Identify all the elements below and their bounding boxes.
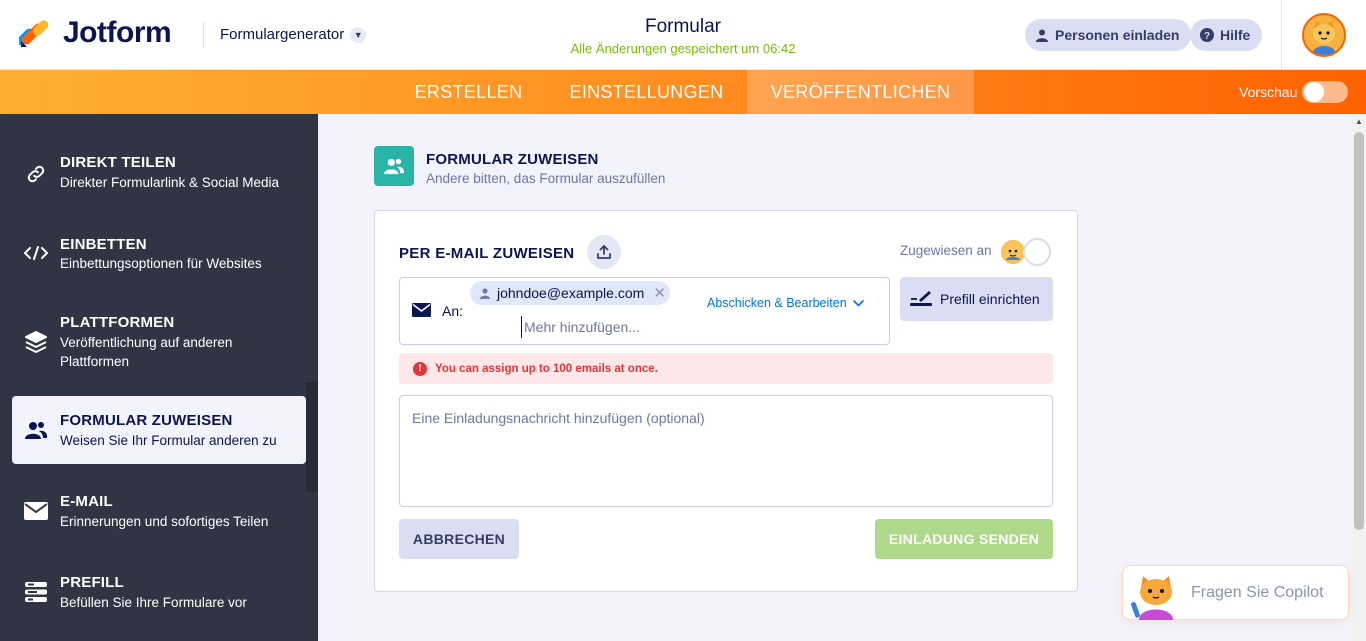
section-subtitle: Andere bitten, das Formular auszufüllen <box>426 171 666 186</box>
preview-label: Vorschau <box>1239 84 1298 100</box>
sidebar-item-title: PLATTFORMEN <box>60 314 175 331</box>
assigned-to-label: Zugewiesen an <box>900 243 992 258</box>
header-divider-right <box>1281 0 1282 70</box>
builder-navbar: ERSTELLEN EINSTELLUNGEN VERÖFFENTLICHEN … <box>0 70 1366 114</box>
envelope-icon <box>412 303 431 322</box>
invitation-message-input[interactable] <box>399 395 1053 507</box>
section-title: FORMULAR ZUWEISEN <box>426 151 599 168</box>
jotform-logo-icon <box>17 17 49 49</box>
sidebar-item-subtitle: Einbettungsoptionen für Websites <box>60 256 262 271</box>
logo-wordmark: Jotform <box>63 16 172 49</box>
header-divider <box>203 22 204 48</box>
error-icon: ! <box>413 361 427 376</box>
chevron-down-icon: ▼ <box>350 26 367 43</box>
code-icon <box>24 241 48 265</box>
sidebar-scrollbar[interactable] <box>306 382 318 492</box>
product-label: Formulargenerator <box>220 26 345 43</box>
sidebar-item-subtitle: Veröffentlichung auf anderen Plattformen <box>60 335 233 369</box>
save-status: Alle Änderungen gespeichert um 06:42 <box>570 41 796 56</box>
invite-people-label: Personen einladen <box>1055 27 1180 43</box>
prefill-icon <box>24 580 48 604</box>
help-label: Hilfe <box>1220 27 1251 43</box>
recipient-email: johndoe@example.com <box>497 285 645 301</box>
users-icon <box>24 418 48 442</box>
tab-veroeffentlichen[interactable]: VERÖFFENTLICHEN <box>747 70 974 114</box>
user-avatar[interactable] <box>1302 13 1346 57</box>
sidebar-item-subtitle: Befüllen Sie Ihre Formulare vor <box>60 595 247 610</box>
sidebar-item-title: E-MAIL <box>60 493 113 510</box>
svg-text:?: ? <box>1204 31 1210 42</box>
form-title-area: Formular Alle Änderungen gespeichert um … <box>483 16 883 56</box>
layers-icon <box>24 330 48 354</box>
product-switcher[interactable]: Formulargenerator ▼ <box>220 26 367 43</box>
sidebar-item-prefill[interactable]: PREFILL Befüllen Sie Ihre Formulare vor <box>12 556 306 636</box>
card-title: PER E-MAIL ZUWEISEN <box>399 245 575 262</box>
tab-erstellen[interactable]: ERSTELLEN <box>391 70 546 114</box>
sidebar-item-title: EINBETTEN <box>60 236 147 253</box>
link-icon <box>24 162 48 186</box>
copilot-label: Fragen Sie Copilot <box>1191 584 1324 601</box>
upload-icon <box>597 245 611 259</box>
send-edit-label: Abschicken & Bearbeiten <box>707 296 847 310</box>
main-scrollbar-thumb[interactable] <box>1354 132 1364 530</box>
upload-contacts-button[interactable] <box>587 235 621 269</box>
sidebar-item-title: PREFILL <box>60 574 124 591</box>
jotform-logo[interactable]: Jotform <box>17 16 172 50</box>
sidebar-item-title: DIREKT TEILEN <box>60 154 176 171</box>
cancel-button[interactable]: ABBRECHEN <box>399 519 519 559</box>
help-icon: ? <box>1200 28 1214 42</box>
sidebar-item-subtitle: Weisen Sie Ihr Formular anderen zu <box>60 433 277 448</box>
mail-icon <box>24 499 48 523</box>
send-edit-dropdown[interactable]: Abschicken & Bearbeiten <box>707 296 864 310</box>
sidebar-item-formular-zuweisen[interactable]: FORMULAR ZUWEISEN Weisen Sie Ihr Formula… <box>12 396 306 464</box>
setup-prefill-button[interactable]: Prefill einrichten <box>900 277 1053 321</box>
person-icon <box>480 288 490 299</box>
top-header: Jotform Formulargenerator ▼ Formular All… <box>0 0 1366 70</box>
add-more-input[interactable] <box>521 316 691 338</box>
chevron-down-icon <box>852 296 864 310</box>
copilot-button[interactable]: Fragen Sie Copilot <box>1122 565 1349 620</box>
preview-toggle[interactable] <box>1302 81 1348 103</box>
prefill-pen-icon <box>910 290 932 309</box>
send-invitation-button[interactable]: EINLADUNG SENDEN <box>875 519 1053 559</box>
invite-people-button[interactable]: Personen einladen <box>1025 19 1192 51</box>
sidebar-item-title: FORMULAR ZUWEISEN <box>60 412 233 429</box>
help-button[interactable]: ? Hilfe <box>1190 19 1263 51</box>
email-limit-alert: ! You can assign up to 100 emails at onc… <box>399 353 1053 384</box>
prefill-label: Prefill einrichten <box>940 291 1040 307</box>
sidebar-item-einbetten[interactable]: EINBETTEN Einbettungsoptionen für Websit… <box>12 224 306 304</box>
recipient-chip[interactable]: johndoe@example.com ✕ <box>470 281 670 305</box>
scroll-up-arrow-icon[interactable]: ▲ <box>1355 117 1363 126</box>
to-label: An: <box>442 303 464 319</box>
sidebar-item-subtitle: Erinnerungen und sofortiges Teilen <box>60 514 269 529</box>
sidebar-item-plattformen[interactable]: PLATTFORMEN Veröffentlichung auf anderen… <box>12 304 306 394</box>
assign-form-icon <box>374 146 414 186</box>
copilot-cat-icon <box>1130 572 1183 620</box>
form-title[interactable]: Formular <box>483 16 883 38</box>
tab-einstellungen[interactable]: EINSTELLUNGEN <box>546 70 747 114</box>
sidebar-item-email[interactable]: E-MAIL Erinnerungen und sofortiges Teile… <box>12 474 306 554</box>
assignee-placeholder-avatar[interactable] <box>1023 238 1051 266</box>
remove-recipient-icon[interactable]: ✕ <box>653 284 666 302</box>
toggle-knob <box>1304 82 1324 102</box>
alert-text: You can assign up to 100 emails at once. <box>435 362 658 375</box>
user-icon <box>1035 28 1049 42</box>
sidebar-item-direkt-teilen[interactable]: DIREKT TEILEN Direkter Formularlink & So… <box>12 124 306 224</box>
sidebar-item-subtitle: Direkter Formularlink & Social Media <box>60 175 280 190</box>
